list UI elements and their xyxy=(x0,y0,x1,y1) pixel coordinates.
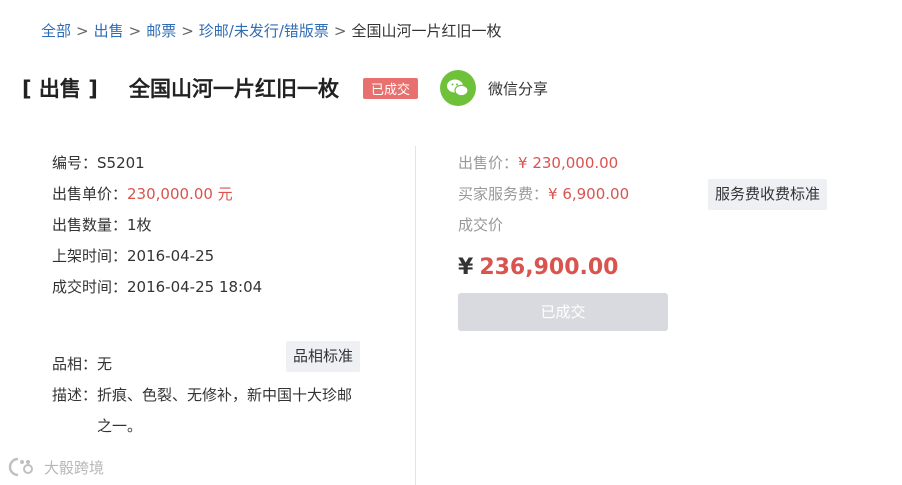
condition-value: 品相：无 xyxy=(52,355,113,373)
serial-number: 编号：S5201 xyxy=(52,154,145,172)
condition-row: 品相：无 品相标准 xyxy=(52,341,382,380)
breadcrumb-sell[interactable]: 出售 xyxy=(94,22,124,40)
total-price: ¥236,900.00 xyxy=(458,251,878,285)
quantity: 出售数量：1枚 xyxy=(52,216,152,234)
listing-details: 编号：S5201 出售单价：230,000.00 元 出售数量：1枚 上架时间：… xyxy=(52,148,382,442)
column-divider xyxy=(415,146,416,485)
wechat-icon[interactable] xyxy=(440,70,477,106)
breadcrumb-separator: > xyxy=(181,22,194,40)
breadcrumb-rare-stamps[interactable]: 珍邮/未发行/错版票 xyxy=(199,22,329,40)
fee-standard-button[interactable]: 服务费收费标准 xyxy=(708,179,828,210)
breadcrumb-separator: > xyxy=(128,22,142,40)
unit-price-row: 出售单价：230,000.00 元 xyxy=(52,179,382,210)
list-time: 上架时间：2016-04-25 xyxy=(52,247,215,265)
currency-symbol: ¥ xyxy=(458,255,474,280)
breadcrumb-separator: > xyxy=(333,22,347,40)
description-value: 折痕、色裂、无修补，新中国十大珍邮之一。 xyxy=(97,386,353,435)
sale-price-row: 出售价：¥ 230,000.00 xyxy=(458,148,878,179)
listing-type: [ 出售 ] xyxy=(22,77,98,101)
breadcrumb-all[interactable]: 全部 xyxy=(41,22,71,40)
fee-label: 买家服务费： xyxy=(458,185,549,203)
fee-row: 买家服务费：¥ 6,900.00 服务费收费标准 xyxy=(458,179,878,210)
watermark-logo-icon xyxy=(8,457,34,477)
breadcrumb-separator: > xyxy=(76,22,89,40)
sale-price-value: ¥ 230,000.00 xyxy=(518,154,619,172)
unit-price-label: 出售单价： xyxy=(52,185,128,203)
watermark-text: 大骰跨境 xyxy=(44,458,105,477)
page-title: 全国山河一片红旧一枚 xyxy=(129,77,339,101)
breadcrumb: 全部 > 出售 > 邮票 > 珍邮/未发行/错版票 > 全国山河一片红旧一枚 xyxy=(41,19,501,43)
description-label: 描述： xyxy=(52,386,98,404)
total-price-value: 236,900.00 xyxy=(479,255,619,280)
description-row: 描述： 折痕、色裂、无修补，新中国十大珍邮之一。 xyxy=(52,380,382,442)
sale-price-label: 出售价： xyxy=(458,154,519,172)
pricing-panel: 出售价：¥ 230,000.00 买家服务费：¥ 6,900.00 服务费收费标… xyxy=(458,148,878,331)
title-row: [ 出售 ] 全国山河一片红旧一枚 已成交 微信分享 xyxy=(22,70,548,106)
breadcrumb-current: 全国山河一片红旧一枚 xyxy=(351,22,502,40)
condition-standard-button[interactable]: 品相标准 xyxy=(286,341,361,372)
status-badge: 已成交 xyxy=(363,77,419,99)
deal-time: 成交时间：2016-04-25 18:04 xyxy=(52,278,263,296)
unit-price-value: 230,000.00 元 xyxy=(127,185,233,203)
deal-done-button[interactable]: 已成交 xyxy=(458,293,668,331)
fee-value: ¥ 6,900.00 xyxy=(548,185,630,203)
watermark: 大骰跨境 xyxy=(8,455,104,479)
deal-price-label: 成交价 xyxy=(458,216,504,234)
breadcrumb-stamps[interactable]: 邮票 xyxy=(146,22,176,40)
wechat-share-link[interactable]: 微信分享 xyxy=(488,78,548,99)
